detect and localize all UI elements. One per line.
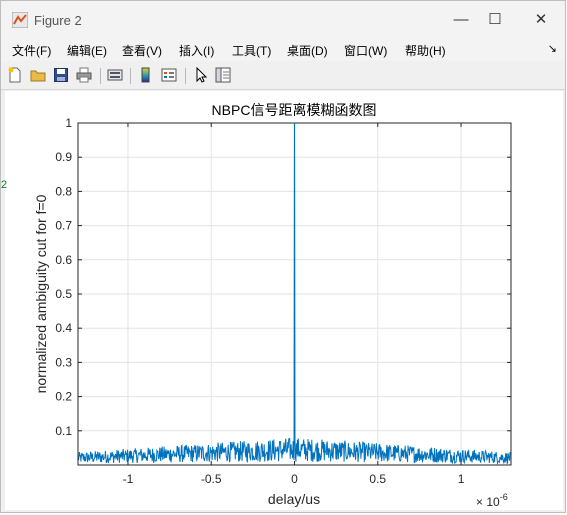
menu-overflow-arrow-icon[interactable]: ↘ [548,42,557,55]
title-bar: Figure 2 — ☐ ✕ [1,1,565,39]
figure-window: Figure 2 — ☐ ✕ 文件(F) 编辑(E) 查看(V) 插入(I) 工… [0,0,566,513]
y-tick-label: 0.4 [55,321,72,335]
x-tick-label: 0 [291,472,298,486]
link-plot-icon[interactable] [107,67,123,83]
y-tick-label: 0.9 [55,150,72,164]
y-tick-label: 0.5 [55,287,72,301]
toolbar-separator [185,68,186,84]
y-axis-label: normalized ambiguity cut for f=0 [33,194,49,393]
x-axis-label: delay/us [268,491,320,507]
x-tick-label: 0.5 [369,472,386,486]
window-title: Figure 2 [34,13,82,28]
colorbar-icon[interactable] [138,67,154,83]
save-icon[interactable] [53,67,69,83]
y-tick-label: 0.3 [55,355,72,369]
menu-window[interactable]: 窗口(W) [344,42,387,59]
x-tick-label: -1 [123,472,134,486]
y-tick-label: 0.8 [55,184,72,198]
menu-tools[interactable]: 工具(T) [232,42,271,59]
y-tick-label: 0.2 [55,390,72,404]
y-tick-label: 1 [65,116,72,130]
toolbar-separator [130,68,131,84]
new-figure-icon[interactable] [7,67,23,83]
y-tick-label: 0.7 [55,219,72,233]
minimize-button[interactable]: — [447,9,475,31]
plot-svg: -1 -0.5 0 0.5 10.10.20.30.40.50.60.70.80.91 … [33,102,512,509]
maximize-button[interactable]: ☐ [481,9,509,31]
pointer-icon[interactable] [193,67,209,83]
property-inspector-icon[interactable] [215,67,231,83]
menu-insert[interactable]: 插入(I) [179,42,214,59]
y-tick-label: 0.6 [55,253,72,267]
x-tick-label: -0.5 [201,472,222,486]
x-exponent-power: -6 [500,492,508,502]
menu-help[interactable]: 帮助(H) [405,42,446,59]
menu-edit[interactable]: 编辑(E) [67,42,107,59]
toolbar [1,63,565,90]
print-icon[interactable] [76,67,92,83]
figure-canvas: -1 -0.5 0 0.5 1 0.1 0.2 0.3 0.4 0.5 0.6 0.7 0.8 0.9 1 … [5,91,563,510]
y-tick-label: 0.1 [55,424,72,438]
background-window-fragment: 2 [1,179,8,191]
menu-file[interactable]: 文件(F) [12,42,51,59]
x-exponent-base: × 10 [476,495,500,509]
menu-bar: 文件(F) 编辑(E) 查看(V) 插入(I) 工具(T) 桌面(D) 窗口(W… [1,39,565,61]
matlab-figure-icon [12,12,28,28]
menu-view[interactable]: 查看(V) [122,42,162,59]
x-exponent-label: × 10-6 [476,492,508,509]
close-button[interactable]: ✕ [527,9,555,31]
chart-title: NBPC信号距离模糊函数图 [212,102,377,118]
x-tick-label: 1 [458,472,465,486]
menu-desktop[interactable]: 桌面(D) [287,42,328,59]
legend-icon[interactable] [161,67,177,83]
open-file-icon[interactable] [30,67,46,83]
toolbar-separator [100,68,101,84]
